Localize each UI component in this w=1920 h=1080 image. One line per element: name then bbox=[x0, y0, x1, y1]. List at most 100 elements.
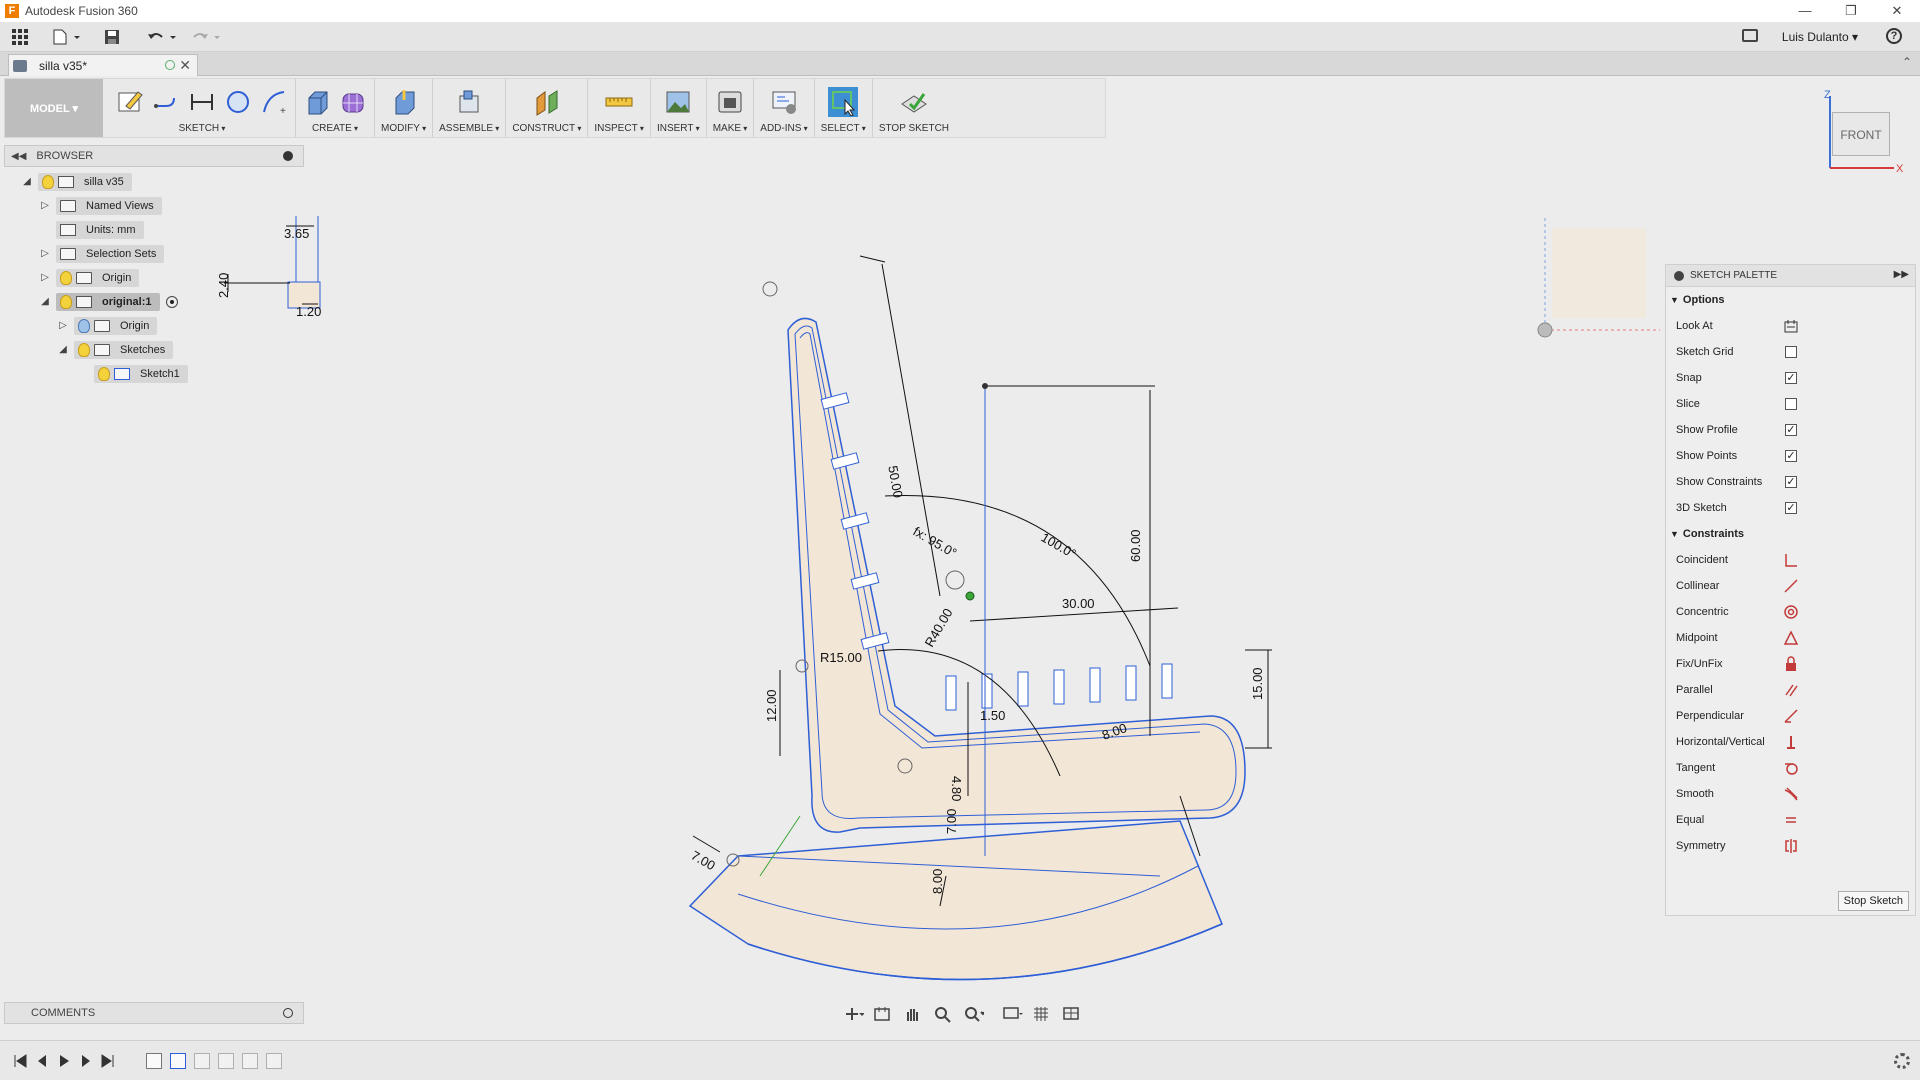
expand-triangle-icon[interactable]: ▷ bbox=[38, 199, 52, 213]
tree-item-selection-sets[interactable]: ▷ Selection Sets bbox=[38, 245, 165, 263]
grid-snaps-icon[interactable] bbox=[1032, 1005, 1054, 1023]
collapse-triangle-icon[interactable]: ▼ bbox=[1670, 295, 1679, 305]
timeline-feature-component[interactable] bbox=[146, 1053, 162, 1069]
constraint-coincident[interactable]: Coincident bbox=[1666, 547, 1915, 573]
tree-item-origin[interactable]: ▷ Origin bbox=[38, 269, 140, 287]
view-cube-front-face[interactable]: FRONT bbox=[1832, 112, 1890, 156]
constraints-section-header[interactable]: ▼ Constraints bbox=[1666, 521, 1915, 547]
collapse-triangle-icon[interactable]: ◢ bbox=[56, 343, 70, 357]
go-to-end-icon[interactable] bbox=[100, 1053, 116, 1069]
pin-icon[interactable] bbox=[283, 151, 293, 161]
dim-12-00[interactable]: 12.00 bbox=[764, 689, 779, 722]
option-look-at[interactable]: Look At bbox=[1666, 313, 1915, 339]
expand-right-icon[interactable]: ▶▶ bbox=[1894, 269, 1909, 280]
option-show-profile[interactable]: Show Profile ✓ bbox=[1666, 417, 1915, 443]
tree-item-component[interactable]: ◢ original:1 bbox=[38, 293, 178, 311]
timeline-feature-extrude[interactable] bbox=[194, 1053, 210, 1069]
go-to-start-icon[interactable] bbox=[12, 1053, 28, 1069]
play-icon[interactable] bbox=[56, 1053, 72, 1069]
symmetry-icon[interactable] bbox=[1783, 838, 1799, 854]
tree-item-named-views[interactable]: ▷ Named Views bbox=[38, 197, 162, 215]
dim-7-00[interactable]: 7.00 bbox=[689, 848, 718, 874]
tree-item-origin-nested[interactable]: ▷ Origin bbox=[56, 317, 158, 335]
constraint-smooth[interactable]: Smooth bbox=[1666, 781, 1915, 807]
viewports-icon[interactable] bbox=[1062, 1005, 1084, 1023]
constraint-fix[interactable]: Fix/UnFix bbox=[1666, 651, 1915, 677]
dim-1-50[interactable]: 1.50 bbox=[980, 708, 1005, 723]
tree-item-root[interactable]: ◢ silla v35 bbox=[20, 173, 132, 191]
slice-checkbox[interactable] bbox=[1785, 398, 1797, 410]
collapse-triangle-icon[interactable]: ◢ bbox=[20, 175, 34, 189]
constraint-equal[interactable]: Equal bbox=[1666, 807, 1915, 833]
document-tab[interactable]: silla v35* ✕ bbox=[8, 54, 198, 76]
dim-8-00[interactable]: 8.00 bbox=[930, 869, 945, 894]
collinear-icon[interactable] bbox=[1783, 578, 1799, 594]
stop-sketch-button[interactable]: Stop Sketch bbox=[1837, 891, 1909, 911]
constraint-collinear[interactable]: Collinear bbox=[1666, 573, 1915, 599]
dim-4-80[interactable]: 4.80 bbox=[949, 776, 964, 801]
dim-r40[interactable]: R40.00 bbox=[922, 606, 956, 650]
palette-header[interactable]: SKETCH PALETTE ▶▶ bbox=[1666, 265, 1915, 287]
collapse-triangle-icon[interactable]: ◢ bbox=[38, 295, 52, 309]
coincident-icon[interactable] bbox=[1783, 552, 1799, 568]
option-3d-sketch[interactable]: 3D Sketch ✓ bbox=[1666, 495, 1915, 521]
show-points-checkbox[interactable]: ✓ bbox=[1785, 450, 1797, 462]
dim-95-deg[interactable]: fx: 95.0° bbox=[911, 524, 960, 561]
show-profile-checkbox[interactable]: ✓ bbox=[1785, 424, 1797, 436]
concentric-icon[interactable] bbox=[1783, 604, 1799, 620]
step-back-icon[interactable] bbox=[34, 1053, 50, 1069]
sketch-drawing[interactable]: 3.65 2.40 1.20 50.00 60.00 30.00 100.0° … bbox=[0, 76, 1920, 1040]
tangent-icon[interactable] bbox=[1783, 760, 1799, 776]
timeline-feature-extrude-4[interactable] bbox=[266, 1053, 282, 1069]
help-icon[interactable]: ? bbox=[1886, 28, 1902, 44]
chevron-up-icon[interactable]: ⌃ bbox=[1902, 55, 1912, 69]
data-panel-grid-icon[interactable] bbox=[12, 27, 28, 47]
tree-item-units[interactable]: Units: mm bbox=[56, 221, 144, 239]
dim-30-00[interactable]: 30.00 bbox=[1062, 596, 1095, 611]
visibility-bulb-icon[interactable] bbox=[60, 295, 72, 309]
expand-triangle-icon[interactable]: ▷ bbox=[38, 247, 52, 261]
dim-3-65[interactable]: 3.65 bbox=[284, 226, 309, 241]
tree-item-sketch1[interactable]: Sketch1 bbox=[94, 365, 188, 383]
visibility-bulb-icon[interactable] bbox=[78, 343, 90, 357]
option-snap[interactable]: Snap ✓ bbox=[1666, 365, 1915, 391]
visibility-bulb-icon[interactable] bbox=[98, 367, 110, 381]
step-forward-icon[interactable] bbox=[78, 1053, 94, 1069]
smooth-icon[interactable] bbox=[1783, 786, 1799, 802]
dim-1-20[interactable]: 1.20 bbox=[296, 304, 321, 319]
dim-r15[interactable]: R15.00 bbox=[820, 650, 862, 665]
visibility-bulb-icon[interactable] bbox=[60, 271, 72, 285]
view-cube[interactable]: Z X FRONT bbox=[1824, 88, 1904, 178]
perpendicular-icon[interactable] bbox=[1783, 708, 1799, 724]
dim-15-00[interactable]: 15.00 bbox=[1250, 667, 1265, 700]
fit-icon[interactable] bbox=[962, 1005, 984, 1023]
undo-icon[interactable] bbox=[146, 27, 178, 47]
show-constraints-checkbox[interactable]: ✓ bbox=[1785, 476, 1797, 488]
display-settings-icon[interactable] bbox=[1002, 1005, 1024, 1023]
options-section-header[interactable]: ▼ Options bbox=[1666, 287, 1915, 313]
add-comment-icon[interactable] bbox=[283, 1008, 293, 1018]
user-menu[interactable]: Luis Dulanto ▾ bbox=[1782, 30, 1858, 44]
pan-icon[interactable] bbox=[902, 1005, 924, 1023]
constraint-symmetry[interactable]: Symmetry bbox=[1666, 833, 1915, 859]
redo-icon[interactable] bbox=[190, 27, 222, 47]
constraint-perpendicular[interactable]: Perpendicular bbox=[1666, 703, 1915, 729]
midpoint-icon[interactable] bbox=[1783, 630, 1799, 646]
comments-panel-header[interactable]: COMMENTS bbox=[4, 1002, 304, 1024]
dim-2-40[interactable]: 2.40 bbox=[216, 273, 231, 298]
browser-panel-header[interactable]: ◀◀ BROWSER bbox=[4, 145, 304, 167]
dim-60-00[interactable]: 60.00 bbox=[1128, 529, 1143, 562]
parallel-icon[interactable] bbox=[1783, 682, 1799, 698]
constraint-parallel[interactable]: Parallel bbox=[1666, 677, 1915, 703]
zoom-icon[interactable] bbox=[932, 1005, 954, 1023]
dim-100-deg[interactable]: 100.0° bbox=[1039, 530, 1079, 562]
dim-7-00-vertical[interactable]: 7.00 bbox=[944, 809, 959, 834]
expand-triangle-icon[interactable]: ▷ bbox=[38, 271, 52, 285]
restore-button[interactable]: ❐ bbox=[1828, 0, 1874, 22]
constraint-horizontal-vertical[interactable]: Horizontal/Vertical bbox=[1666, 729, 1915, 755]
close-tab-button[interactable]: ✕ bbox=[179, 57, 191, 74]
constraint-concentric[interactable]: Concentric bbox=[1666, 599, 1915, 625]
3d-sketch-checkbox[interactable]: ✓ bbox=[1785, 502, 1797, 514]
sketch-canvas[interactable]: 3.65 2.40 1.20 50.00 60.00 30.00 100.0° … bbox=[0, 76, 1920, 1040]
equal-icon[interactable] bbox=[1783, 812, 1799, 828]
